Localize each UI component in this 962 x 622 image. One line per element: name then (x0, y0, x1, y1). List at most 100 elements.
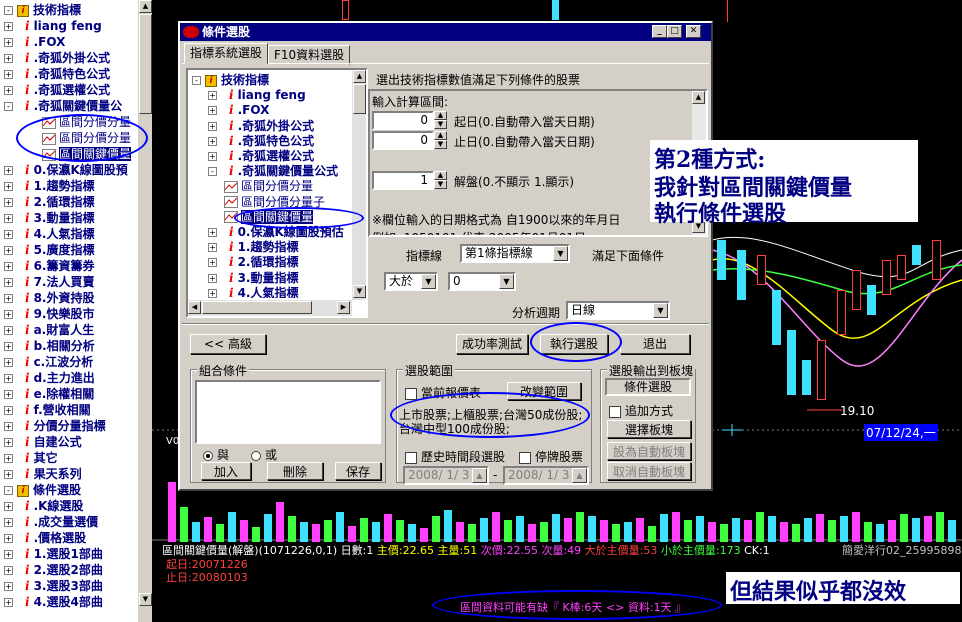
close-button[interactable]: ✕ (686, 25, 701, 38)
sidebar-tree-item[interactable]: + i 2.選股2部曲 (4, 562, 103, 578)
expand-icon[interactable]: + (4, 422, 13, 431)
sidebar-tree-item[interactable]: + i .價格選股 (4, 530, 86, 546)
delete-button[interactable]: 刪除 (267, 462, 323, 480)
append-checkbox[interactable]: 追加方式 (609, 402, 673, 419)
expand-icon[interactable]: + (208, 152, 217, 161)
collapse-icon[interactable]: - (4, 102, 13, 111)
dialog-tree-item[interactable]: - i .奇狐關鍵價量公式 (208, 163, 338, 179)
sidebar-tree-item[interactable]: + i 9.快樂股市 (4, 306, 94, 322)
save-button[interactable]: 保存 (335, 462, 381, 480)
sidebar-tree-item[interactable]: + i b.相關分析 (4, 338, 95, 354)
sidebar-tree-item[interactable]: + i 4.選股4部曲 (4, 594, 103, 610)
tree-scroll-left[interactable]: ◀ (188, 301, 201, 314)
spin-down-icon[interactable]: ▼ (434, 140, 447, 149)
expand-icon[interactable]: + (208, 228, 217, 237)
expand-icon[interactable]: + (208, 288, 217, 298)
expand-icon[interactable]: + (4, 262, 13, 271)
expand-icon[interactable]: + (4, 54, 13, 63)
advanced-button[interactable]: << 高級 (190, 334, 266, 354)
sidebar-tree-item[interactable]: + i 4.人氣指標 (4, 226, 94, 242)
expand-icon[interactable]: + (4, 518, 13, 527)
spin-up-icon[interactable]: ▲ (434, 171, 447, 180)
tree-scroll-thumb[interactable] (353, 84, 366, 114)
radio-or[interactable]: 或 (251, 446, 277, 463)
param-value-input[interactable]: 1 (372, 171, 434, 190)
dialog-tree-item[interactable]: 區間分價分量 (224, 178, 313, 194)
expand-icon[interactable]: + (208, 106, 217, 116)
success-rate-test-button[interactable]: 成功率測試 (456, 334, 528, 354)
tree-scroll-up[interactable]: ▲ (353, 70, 366, 83)
sidebar-tree-item[interactable]: + i 自建公式 (4, 434, 82, 450)
sidebar-tree-item[interactable]: + i 其它 (4, 450, 58, 466)
dialog-tree-item[interactable]: + i 1.趨勢指標 (208, 239, 298, 255)
dialog-tree-item[interactable]: + i .奇狐特色公式 (208, 133, 314, 149)
expand-icon[interactable]: + (4, 598, 13, 607)
dialog-tree-item[interactable]: - i 技術指標 (192, 72, 269, 88)
expand-icon[interactable]: + (4, 438, 13, 447)
scroll-up-button[interactable]: ▲ (139, 0, 152, 13)
history-checkbox[interactable]: 歷史時間段選股 (405, 448, 505, 465)
sidebar-tree-item[interactable]: + i .奇狐選權公式 (4, 82, 110, 98)
param-value-input[interactable]: 0 (372, 131, 434, 150)
sidebar-tree-item[interactable]: + i c.江波分析 (4, 354, 93, 370)
dialog-tree-item[interactable]: + i .FOX (208, 102, 269, 118)
sidebar-tree-item[interactable]: + i 8.外資持股 (4, 290, 94, 306)
sidebar-tree-item[interactable]: + i 7.法人買賣 (4, 274, 94, 290)
exit-button[interactable]: 退出 (620, 334, 690, 354)
add-button[interactable]: 加入 (201, 462, 251, 480)
tree-scroll-right[interactable]: ▶ (337, 301, 350, 314)
expand-icon[interactable]: + (208, 136, 217, 146)
date-to-picker[interactable]: 2008/ 1/ 3 ▲ (503, 466, 589, 485)
sidebar-tree-item[interactable]: - i 技術指標 (4, 2, 81, 18)
spin-down-icon[interactable]: ▼ (434, 180, 447, 189)
dialog-tree-item[interactable]: + i .奇狐外掛公式 (208, 118, 314, 134)
param-value-input[interactable]: 0 (372, 111, 434, 130)
expand-icon[interactable]: + (4, 294, 13, 303)
left-indicator-tree[interactable]: - i 技術指標 + i liang feng + i .FOX + i .奇狐外掛公式 + i .奇狐特色… (0, 0, 152, 622)
dialog-tree-item[interactable]: + i .奇狐選權公式 (208, 148, 314, 164)
dialog-tree-vscroll[interactable]: ▲ ▼ (352, 70, 366, 300)
expand-icon[interactable]: + (4, 502, 13, 511)
sidebar-tree-item[interactable]: + i 果天系列 (4, 466, 82, 482)
dialog-tree-item[interactable]: + i 3.動量指標 (208, 270, 298, 286)
expand-icon[interactable]: + (4, 390, 13, 399)
sidebar-tree-item[interactable]: + i .K線選股 (4, 498, 83, 514)
compare-op-select[interactable]: 大於 ▼ (384, 272, 438, 291)
expand-icon[interactable]: + (4, 406, 13, 415)
suspend-checkbox[interactable]: 停牌股票 (519, 448, 583, 465)
expand-icon[interactable]: + (4, 70, 13, 79)
sidebar-tree-item[interactable]: - i .奇狐關鍵價量公 (4, 98, 122, 114)
compare-value-select[interactable]: 0 ▼ (448, 272, 516, 291)
sidebar-tree-item[interactable]: + i 分價分量指標 (4, 418, 106, 434)
dialog-indicator-tree[interactable]: - i 技術指標 + i liang feng + i .FOX + i .奇狐外掛公式 + i .奇狐特色… (186, 68, 368, 318)
expand-icon[interactable]: + (4, 246, 13, 255)
sidebar-tree-item[interactable]: + i liang feng (4, 18, 102, 34)
expand-icon[interactable]: + (4, 582, 13, 591)
cancel-auto-block-button[interactable]: 取消自動板塊 (607, 462, 691, 480)
sidebar-tree-item[interactable]: + i .FOX (4, 34, 65, 50)
scroll-thumb[interactable] (139, 14, 152, 114)
maximize-button[interactable]: □ (667, 25, 682, 38)
dialog-tree-item[interactable]: + i 4.人氣指標 (208, 285, 298, 298)
sidebar-tree-item[interactable]: + i d.主力進出 (4, 370, 95, 386)
expand-icon[interactable]: + (4, 166, 13, 175)
expand-icon[interactable]: + (208, 258, 217, 268)
tab-f10-select[interactable]: F10資料選股 (268, 45, 351, 65)
expand-icon[interactable]: + (4, 342, 13, 351)
sidebar-tree-item[interactable]: + i 6.籌資籌券 (4, 258, 94, 274)
sidebar-tree-item[interactable]: + i 5.廣度指標 (4, 242, 94, 258)
param-scroll-up[interactable]: ▲ (692, 91, 705, 104)
spin-up-icon[interactable]: ▲ (434, 111, 447, 120)
expand-icon[interactable]: + (4, 310, 13, 319)
dialog-tree-item[interactable]: + i liang feng (208, 87, 306, 103)
collapse-icon[interactable]: - (208, 167, 217, 177)
select-block-button[interactable]: 選擇板塊 (607, 420, 691, 438)
expand-icon[interactable]: + (208, 273, 217, 283)
sidebar-tree-item[interactable]: + i f.營收相關 (4, 402, 91, 418)
sidebar-tree-item[interactable]: + i a.財富人生 (4, 322, 94, 338)
sidebar-tree-item[interactable]: - i 條件選股 (4, 482, 81, 498)
expand-icon[interactable]: + (4, 230, 13, 239)
sidebar-tree-item[interactable]: + i 1.趨勢指標 (4, 178, 94, 194)
expand-icon[interactable]: + (208, 91, 217, 101)
output-block-field[interactable]: 條件選股 (605, 378, 691, 396)
